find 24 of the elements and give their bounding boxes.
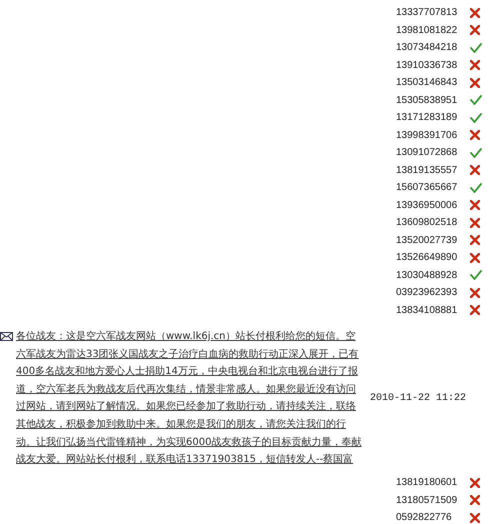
message-time: 2010-11-22 11:22 — [370, 392, 466, 404]
phone-number: 13180571509 — [396, 494, 458, 506]
envelope-icon — [0, 332, 13, 341]
phone-number: 13091072868 — [396, 147, 458, 158]
phone-number: 13609802518 — [396, 217, 458, 228]
phone-number: 13834108881 — [396, 304, 458, 316]
phone-number: 13337707813 — [396, 7, 458, 18]
phone-number: 13171283189 — [396, 112, 458, 124]
phone-number: 13030488928 — [396, 270, 458, 281]
phone-number: 13520027739 — [396, 234, 458, 246]
phone-number: 03923962393 — [396, 287, 458, 298]
phone-number: 13981081822 — [396, 24, 458, 36]
phone-number: 13503146843 — [396, 77, 458, 88]
phone-number: 13073484218 — [396, 42, 458, 54]
phone-number: 13998391706 — [396, 130, 458, 141]
phone-number: 13936950006 — [396, 200, 458, 211]
phone-number: 13819180601 — [396, 477, 458, 488]
phone-number: 15305838951 — [396, 94, 458, 106]
phone-number: 13910336738 — [396, 60, 458, 71]
phone-number: 15607365667 — [396, 182, 458, 194]
phone-number: 13526649890 — [396, 252, 458, 264]
phone-number: 13819135557 — [396, 164, 458, 176]
message-text: 各位战友：这是空六军战友网站（www.lk6j.cn）站长付根利给您的短信。空六军战友为雷达33团张义国战友之子治疗白血病的救助行动正深入展开，已有400多名战友和地方爱心人士捐助14万元，中央电视台和北京电视台进行了报道，空六军老兵为救战友后代再次集结，情景非常感人。如果您最近没有访问过网站，请到网站了解情况。如果您已经参加了救助行动，请持续关注，联络其他战友，积极参加到救助中来。如果您是我们的朋友，请您关注我们的行动。让我们弘扬当代雷锋精神，为实现6000战友救孩子的目标贡献力量，奉献战友大爱。网站站长付根利，联系电话13371903815，短信转发人--蔡国富 — [16, 330, 362, 468]
phone-number: 0592822776 — [396, 512, 453, 523]
